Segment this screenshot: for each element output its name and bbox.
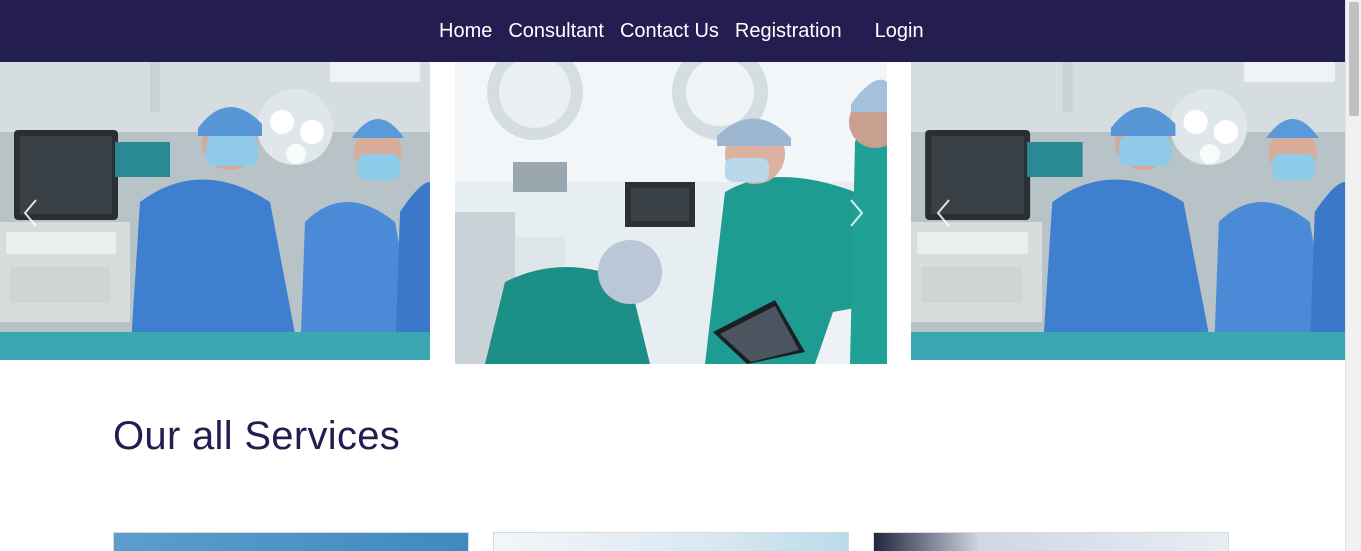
nav-home-link[interactable]: Home: [439, 20, 492, 43]
nav-menu: Home Consultant Contact Us Registration …: [439, 0, 924, 62]
carousel-next-button[interactable]: [847, 196, 867, 230]
nav-registration-link[interactable]: Registration: [735, 20, 842, 43]
top-navbar: Home Consultant Contact Us Registration …: [0, 0, 1345, 62]
carousel-slide-1: [0, 62, 430, 360]
chevron-left-icon: [23, 199, 37, 227]
nav-contact-us-link[interactable]: Contact Us: [620, 20, 719, 43]
service-card-2[interactable]: [493, 532, 849, 551]
surgeons-image: [0, 62, 430, 360]
services-heading: Our all Services: [113, 414, 401, 458]
carousel-prev-button[interactable]: [20, 196, 40, 230]
image-carousel: [0, 62, 1345, 364]
nav-consultant-link[interactable]: Consultant: [508, 20, 604, 43]
surgeons-image-repeat: [911, 62, 1345, 360]
carousel-prev-button-2[interactable]: [933, 196, 953, 230]
chevron-right-icon: [850, 199, 864, 227]
carousel-slide-3: [911, 62, 1345, 360]
chevron-left-icon: [936, 199, 950, 227]
page-scrollbar[interactable]: [1345, 0, 1361, 551]
surgeon-tablet-image: [455, 62, 887, 364]
service-card-3[interactable]: [873, 532, 1229, 551]
service-card-1[interactable]: [113, 532, 469, 551]
scrollbar-thumb[interactable]: [1349, 2, 1359, 116]
carousel-slide-2: [455, 62, 887, 364]
nav-login-link[interactable]: Login: [875, 20, 924, 43]
